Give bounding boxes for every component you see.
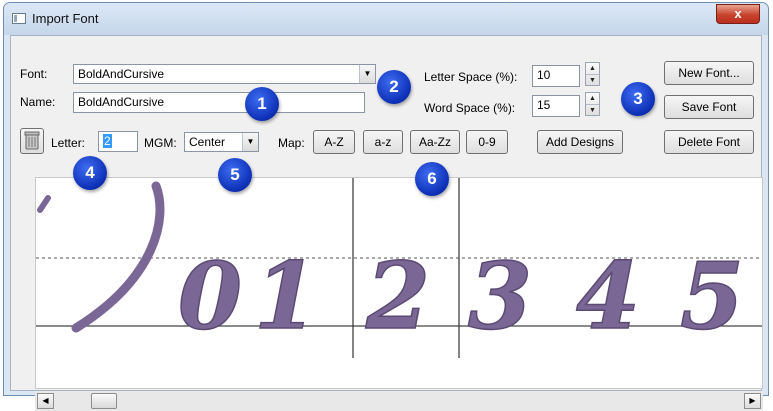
mgm-select[interactable]: Center ▼ (184, 132, 259, 152)
new-font-button[interactable]: New Font... (664, 61, 754, 85)
map-lowercase-button[interactable]: a-z (363, 130, 403, 154)
glyph-3: 3 (468, 242, 532, 350)
word-space-label: Word Space (%): (424, 101, 516, 115)
font-preview-canvas[interactable]: 0 1 2 3 4 5 (35, 177, 763, 389)
callout-badge-3: 3 (621, 82, 655, 116)
letter-field[interactable]: 2 (98, 131, 138, 152)
letter-space-spinner[interactable]: ▲ ▼ (585, 62, 600, 86)
glyph-1: 1 (254, 242, 318, 350)
glyph-0: 0 (178, 242, 242, 350)
letter-field-value: 2 (103, 134, 112, 148)
glyph-2: 2 (365, 242, 430, 350)
map-digits-button[interactable]: 0-9 (466, 130, 508, 154)
callout-badge-1: 1 (245, 87, 279, 121)
spin-up-icon[interactable]: ▲ (586, 93, 599, 105)
delete-font-button[interactable]: Delete Font (664, 130, 754, 154)
letter-space-field[interactable]: 10 (532, 65, 580, 87)
letter-space-label: Letter Space (%): (424, 70, 518, 84)
preview-svg: 0 1 2 3 4 5 (36, 178, 762, 358)
spin-up-icon[interactable]: ▲ (586, 63, 599, 75)
scroll-left-icon[interactable]: ◀ (37, 393, 54, 409)
spin-down-icon[interactable]: ▼ (586, 75, 599, 86)
map-uppercase-button[interactable]: A-Z (313, 130, 355, 154)
word-space-spinner[interactable]: ▲ ▼ (585, 92, 600, 116)
font-combobox[interactable]: BoldAndCursive ▼ (73, 64, 376, 84)
map-label: Map: (278, 136, 305, 150)
import-font-window: Import Font x Font: BoldAndCursive ▼ Nam… (3, 2, 769, 411)
trash-button[interactable] (20, 128, 44, 154)
glyph-4: 4 (576, 242, 640, 350)
word-space-field[interactable]: 15 (532, 95, 580, 117)
close-button[interactable]: x (716, 4, 760, 24)
name-field[interactable]: BoldAndCursive (73, 92, 365, 113)
letter-label: Letter: (51, 136, 86, 150)
save-font-button[interactable]: Save Font (664, 95, 754, 119)
chevron-down-icon[interactable]: ▼ (242, 133, 258, 151)
spin-down-icon[interactable]: ▼ (586, 105, 599, 116)
mgm-select-value: Center (189, 135, 226, 149)
trash-icon (24, 131, 40, 150)
mgm-label: MGM: (144, 136, 177, 150)
callout-badge-5: 5 (218, 158, 252, 192)
horizontal-scrollbar[interactable]: ◀ ▶ (35, 391, 763, 411)
callout-badge-4: 4 (73, 156, 107, 190)
callout-badge-6: 6 (415, 162, 449, 196)
window-icon (12, 13, 26, 24)
stroke-glyph (71, 181, 165, 333)
add-designs-button[interactable]: Add Designs (537, 130, 623, 154)
callout-badge-2: 2 (377, 70, 411, 104)
chevron-down-icon[interactable]: ▼ (359, 65, 375, 83)
glyph-5: 5 (680, 242, 744, 350)
font-label: Font: (20, 67, 48, 81)
window-title: Import Font (32, 11, 99, 26)
name-label: Name: (20, 95, 56, 109)
scroll-right-icon[interactable]: ▶ (744, 393, 761, 409)
stroke-tick-glyph (37, 195, 51, 213)
font-combobox-value: BoldAndCursive (78, 67, 165, 81)
map-mixedcase-button[interactable]: Aa-Zz (410, 130, 460, 154)
title-bar: Import Font x (4, 3, 768, 35)
scroll-thumb[interactable] (91, 393, 117, 409)
